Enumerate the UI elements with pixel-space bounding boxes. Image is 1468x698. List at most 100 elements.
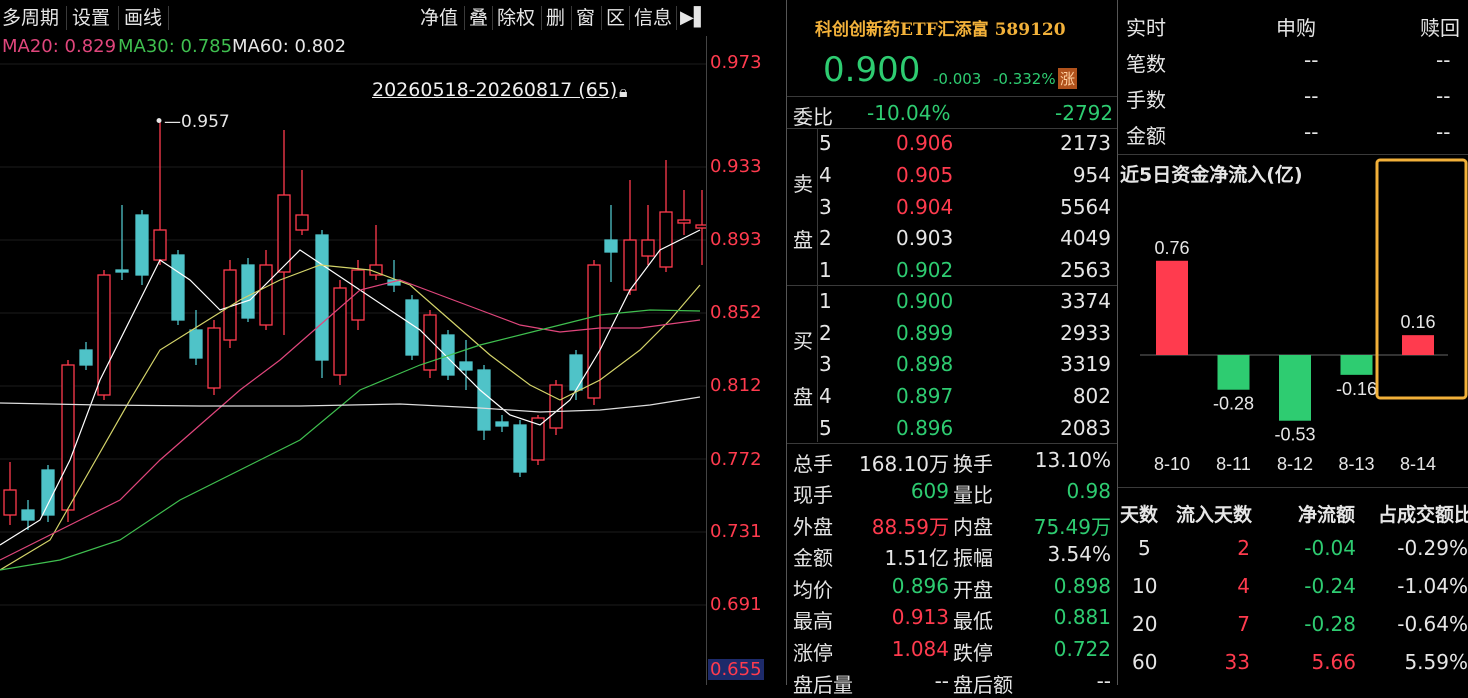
stat-value: --	[1096, 669, 1111, 693]
overlay-button[interactable]: 叠	[469, 4, 488, 32]
bid-row[interactable]: 2 0.899 2933	[787, 318, 1117, 349]
adjust-button[interactable]: 除权	[497, 4, 535, 32]
price-tick: 0.812	[710, 375, 762, 396]
kline-chart-panel[interactable]: 多周期 设置 画线 净值 叠 除权 删 窗 区 信息 ▶▌ MA20: 0.82…	[0, 0, 786, 685]
bid-volume: 2933	[1060, 321, 1111, 345]
info-button[interactable]: 信息	[634, 4, 672, 32]
price-tick: 0.973	[710, 52, 762, 73]
net-inflow-bar	[1217, 355, 1250, 390]
draw-line-menu[interactable]: 画线	[124, 4, 162, 32]
stat-value: 0.881	[1053, 605, 1111, 629]
stat-value: 168.10万	[859, 452, 949, 476]
stat-label: 外盘	[793, 515, 833, 539]
stat-label: 振幅	[953, 546, 993, 570]
days-cell: 5	[1138, 536, 1151, 560]
price-change-pct: -0.332%	[993, 70, 1056, 88]
bar-category-label: 8-11	[1216, 454, 1251, 474]
ask-row[interactable]: 4 0.905 954	[787, 160, 1117, 191]
multi-period-menu[interactable]: 多周期	[2, 4, 59, 32]
bid-volume: 3374	[1060, 289, 1111, 313]
stat-label: 内盘	[953, 515, 993, 539]
realtime-subscribe-value: --	[1304, 48, 1319, 72]
inflow-days-cell: 4	[1237, 574, 1250, 598]
flow-table-row: 10 4 -0.24 -1.04%	[1118, 574, 1468, 608]
stat-value: 88.59万	[871, 515, 949, 539]
ask-volume: 954	[1072, 163, 1111, 187]
bid-price: 0.900	[896, 289, 954, 313]
nav-button[interactable]: 净值	[420, 4, 458, 32]
ask-row[interactable]: 1 0.902 2563	[787, 255, 1117, 286]
flow-table-header: 流入天数	[1176, 504, 1253, 526]
fund-flow-panel: 实时 申购 赎回 笔数 -- -- 手数 -- -- 金额 -- -- 近5日资…	[1118, 0, 1468, 685]
stat-value: 0.722	[1053, 637, 1111, 661]
net-flow-cell: -0.28	[1304, 612, 1356, 636]
ask-volume: 4049	[1060, 226, 1111, 250]
realtime-redeem-value: --	[1436, 84, 1451, 108]
stat-label: 最低	[953, 609, 993, 633]
bid-row[interactable]: 1 0.900 3374	[787, 286, 1117, 317]
stat-value: 0.98	[1066, 479, 1111, 503]
ask-row[interactable]: 5 0.906 2173	[787, 128, 1117, 159]
stat-label: 跌停	[953, 641, 993, 665]
candle-body	[333, 287, 347, 376]
order-book-panel: 科创创新药ETF汇添富 589120 0.900 -0.003 -0.332% …	[787, 0, 1117, 697]
collapse-panel-icon[interactable]: ▶▌	[680, 4, 708, 32]
subscribe-header: 申购	[1276, 16, 1316, 40]
ratio-cell: -1.04%	[1397, 574, 1468, 598]
candle-body	[659, 211, 673, 268]
bar-category-label: 8-10	[1154, 454, 1190, 474]
candle-body	[459, 361, 473, 371]
ask-row[interactable]: 3 0.904 5564	[787, 192, 1117, 223]
ma20-label: MA20: 0.829	[2, 36, 117, 57]
stat-label: 换手	[953, 452, 993, 476]
bid-row[interactable]: 4 0.897 802	[787, 381, 1117, 412]
net-flow-cell: -0.04	[1304, 536, 1356, 560]
zone-button[interactable]: 区	[606, 4, 625, 32]
window-button[interactable]: 窗	[576, 4, 595, 32]
ratio-cell: 5.59%	[1404, 650, 1468, 674]
stat-value: 1.51亿	[884, 546, 949, 570]
stat-value: 1.084	[891, 637, 949, 661]
candle-body	[315, 234, 329, 361]
settings-menu[interactable]: 设置	[72, 4, 110, 32]
stat-row: 涨停 1.084 跌停 0.722	[787, 634, 1117, 665]
candle-body	[241, 264, 255, 319]
stat-label: 均价	[793, 578, 833, 602]
candle-body	[259, 264, 273, 326]
stat-label: 总手	[793, 452, 833, 476]
ask-row[interactable]: 2 0.903 4049	[787, 223, 1117, 254]
bid-volume: 802	[1072, 384, 1111, 408]
delete-button[interactable]: 删	[546, 4, 565, 32]
candlestick-plot	[0, 63, 706, 606]
bid-price: 0.898	[896, 352, 954, 376]
candle-body	[79, 349, 93, 366]
stat-label: 盘后额	[953, 673, 1013, 697]
stat-row: 金额 1.51亿 振幅 3.54%	[787, 539, 1117, 570]
bid-row[interactable]: 3 0.898 3319	[787, 349, 1117, 380]
net-flow-cell: -0.24	[1304, 574, 1356, 598]
candle-body	[295, 214, 309, 231]
stat-value: 0.898	[1053, 574, 1111, 598]
limit-badge: 涨	[1058, 68, 1078, 89]
stat-value: --	[934, 669, 949, 693]
ask-price: 0.906	[896, 131, 954, 155]
ask-volume: 2563	[1060, 258, 1111, 282]
stat-row: 均价 0.896 开盘 0.898	[787, 571, 1117, 602]
price-tick: 0.933	[710, 156, 762, 177]
redeem-header: 赎回	[1420, 16, 1460, 40]
bid-volume: 3319	[1060, 352, 1111, 376]
order-ratio-pct: -10.04%	[867, 101, 951, 125]
net-inflow-bar	[1340, 355, 1373, 375]
flow-table-header: 占成交额比	[1378, 504, 1468, 526]
realtime-header: 实时	[1126, 16, 1166, 40]
order-ratio-diff: -2792	[1055, 101, 1114, 125]
candle-body	[623, 239, 637, 291]
bid-row[interactable]: 5 0.896 2083	[787, 413, 1117, 444]
security-name: 科创创新药ETF汇添富 589120	[815, 20, 1066, 40]
bid-level: 4	[819, 384, 832, 408]
stat-value: 13.10%	[1034, 448, 1111, 472]
candle-body	[604, 239, 618, 253]
stat-row: 外盘 88.59万 内盘 75.49万	[787, 508, 1117, 539]
flow-table-row: 5 2 -0.04 -0.29%	[1118, 536, 1468, 570]
last-price: 0.900	[823, 50, 921, 90]
